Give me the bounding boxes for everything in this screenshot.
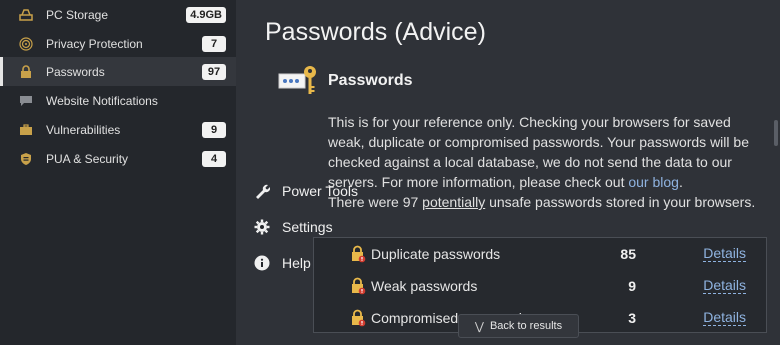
summary-paragraph: There were 97 potentially unsafe passwor… [328, 192, 768, 212]
sidebar-item-label: PC Storage [46, 7, 109, 22]
warning-lock-icon [350, 277, 366, 295]
shield-icon [18, 151, 34, 167]
count-badge: 4 [202, 150, 226, 167]
sidebar-item-label: Website Notifications [46, 93, 158, 108]
details-link[interactable]: Details [703, 246, 746, 262]
sidebar-item-vulnerabilities[interactable]: Vulnerabilities 9 [0, 115, 236, 144]
sidebar-item-pua-security[interactable]: PUA & Security 4 [0, 144, 236, 173]
warning-lock-icon [350, 245, 366, 263]
sidebar-item-label: Privacy Protection [46, 36, 143, 51]
count-badge: 4.9GB [186, 6, 226, 23]
sidebar-item-passwords[interactable]: Passwords 97 [0, 57, 236, 86]
back-to-results-button[interactable]: ⋁ Back to results [458, 314, 579, 338]
result-count: 9 [628, 278, 636, 294]
details-link[interactable]: Details [703, 278, 746, 294]
fingerprint-icon [18, 36, 34, 52]
count-badge: 7 [202, 35, 226, 52]
password-key-icon [278, 64, 318, 98]
sidebar: PC Storage 4.9GB Privacy Protection 7 Pa… [0, 0, 358, 345]
back-button-label: Back to results [489, 320, 563, 332]
result-count: 3 [628, 310, 636, 326]
main-panel: Passwords (Advice) Passwords This is for… [236, 0, 780, 345]
lock-icon [18, 64, 34, 80]
sidebar-item-website-notifications[interactable]: Website Notifications [0, 86, 236, 115]
sidebar-item-label: PUA & Security [46, 151, 129, 166]
table-row: Duplicate passwords 85 Details [314, 238, 766, 270]
summary-emphasis: potentially [422, 194, 486, 210]
page-title: Passwords (Advice) [265, 18, 486, 46]
sidebar-item-label: Vulnerabilities [46, 122, 121, 137]
result-label: Weak passwords [371, 278, 478, 294]
chevron-down-icon: ⋁ [474, 320, 484, 333]
description-paragraph: This is for your reference only. Checkin… [328, 112, 768, 192]
warning-lock-icon [350, 309, 366, 327]
description-end: . [678, 174, 683, 190]
result-count: 85 [620, 246, 636, 262]
description: This is for your reference only. Checkin… [328, 112, 768, 212]
count-badge: 97 [202, 63, 226, 80]
result-label: Duplicate passwords [371, 246, 501, 262]
description-text: This is for your reference only. Checkin… [328, 114, 749, 190]
sidebar-item-privacy-protection[interactable]: Privacy Protection 7 [0, 29, 236, 58]
sidebar-item-pc-storage[interactable]: PC Storage 4.9GB [0, 0, 236, 29]
summary-suffix: unsafe passwords stored in your browsers… [485, 194, 756, 210]
chat-bubble-icon [18, 93, 34, 109]
storage-icon [18, 7, 34, 23]
sidebar-item-label: Passwords [46, 64, 105, 79]
details-link[interactable]: Details [703, 310, 746, 326]
count-badge: 9 [202, 121, 226, 138]
summary-prefix: There were 97 [328, 194, 423, 210]
blog-link[interactable]: our blog [628, 174, 679, 190]
briefcase-icon [18, 122, 34, 138]
scrollbar[interactable] [774, 120, 778, 146]
table-row: Weak passwords 9 Details [314, 270, 766, 302]
section-title: Passwords [328, 72, 413, 89]
